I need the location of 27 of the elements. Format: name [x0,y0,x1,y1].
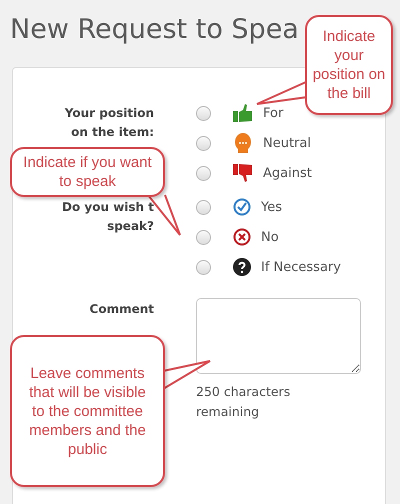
radio-button[interactable] [196,136,211,150]
option-label: Neutral [263,136,311,150]
page-title: New Request to Spea [10,14,299,45]
thumbs-down-icon [233,163,253,183]
option-label: For [263,106,284,120]
radio-button[interactable] [196,260,211,274]
face-icon [233,133,253,153]
radio-button[interactable] [196,106,211,120]
thumbs-up-icon [233,103,253,123]
option-label: Against [263,166,312,180]
check-circle-icon [233,198,251,216]
field-label: Your position on the item: [64,105,154,141]
field-label: Do you wish t speak? [62,199,154,235]
cross-circle-icon [233,228,251,246]
question-circle-icon [233,258,251,276]
option-label: Yes [261,200,282,214]
option-label: If Necessary [261,260,341,274]
callout: Indicate if you want to speak [10,147,165,197]
characters-remaining: 250 characters remaining [196,383,292,421]
radio-button[interactable] [196,200,211,214]
callout: Indicate your position on the bill [305,15,393,115]
callout: Leave comments that will be visible to the committee members and the public [10,335,165,487]
option-label: No [261,230,279,244]
radio-button[interactable] [196,166,211,180]
field-label: Comment [90,301,154,318]
comment-field[interactable] [196,298,361,374]
radio-button[interactable] [196,230,211,244]
